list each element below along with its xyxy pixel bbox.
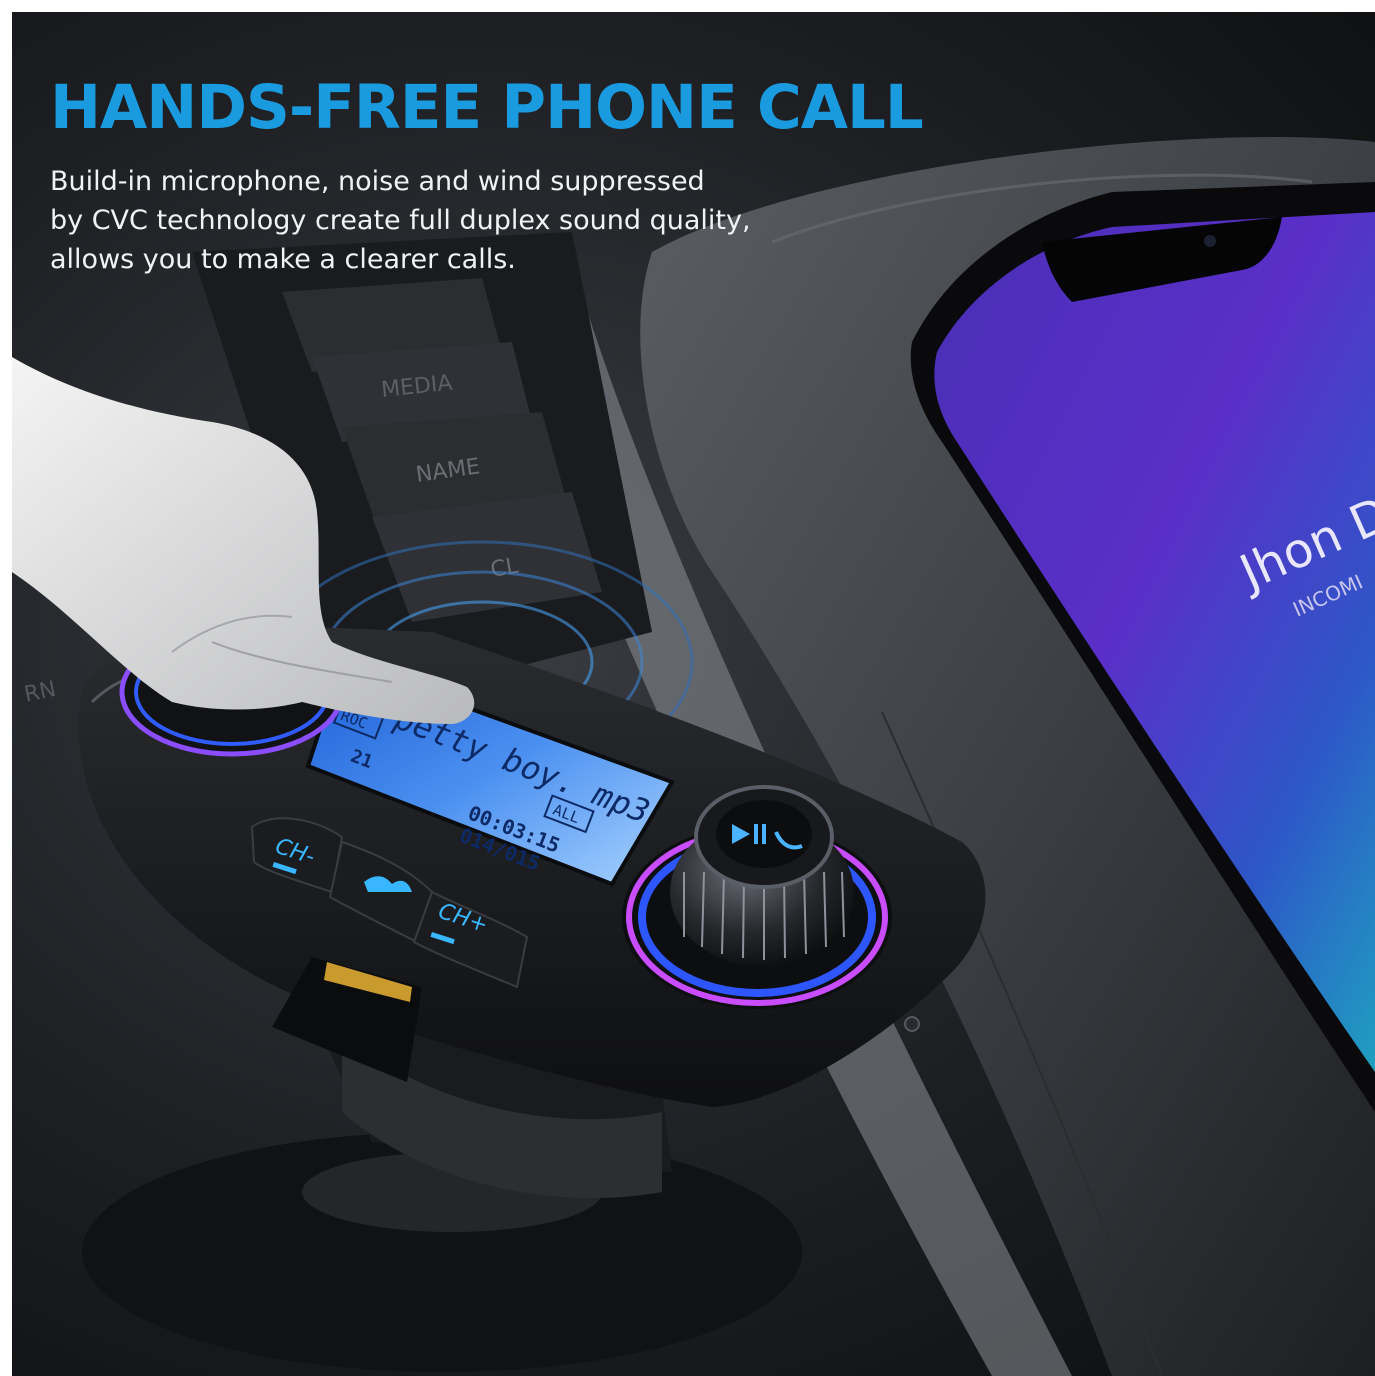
description: Build-in microphone, noise and wind supp… <box>50 162 810 279</box>
cl-button-label: CL <box>489 553 521 583</box>
headline: HANDS-FREE PHONE CALL <box>50 72 924 143</box>
mic-hole <box>904 1016 920 1032</box>
rn-button-label: RN <box>22 677 58 708</box>
description-line-3: allows you to make a clearer calls. <box>50 244 516 275</box>
product-photo: MEDIA NAME CL RN Jhon D INCOMI ROC petty… <box>12 12 1375 1376</box>
description-line-1: Build-in microphone, noise and wind supp… <box>50 166 705 197</box>
description-line-2: by CVC technology create full duplex sou… <box>50 205 751 236</box>
